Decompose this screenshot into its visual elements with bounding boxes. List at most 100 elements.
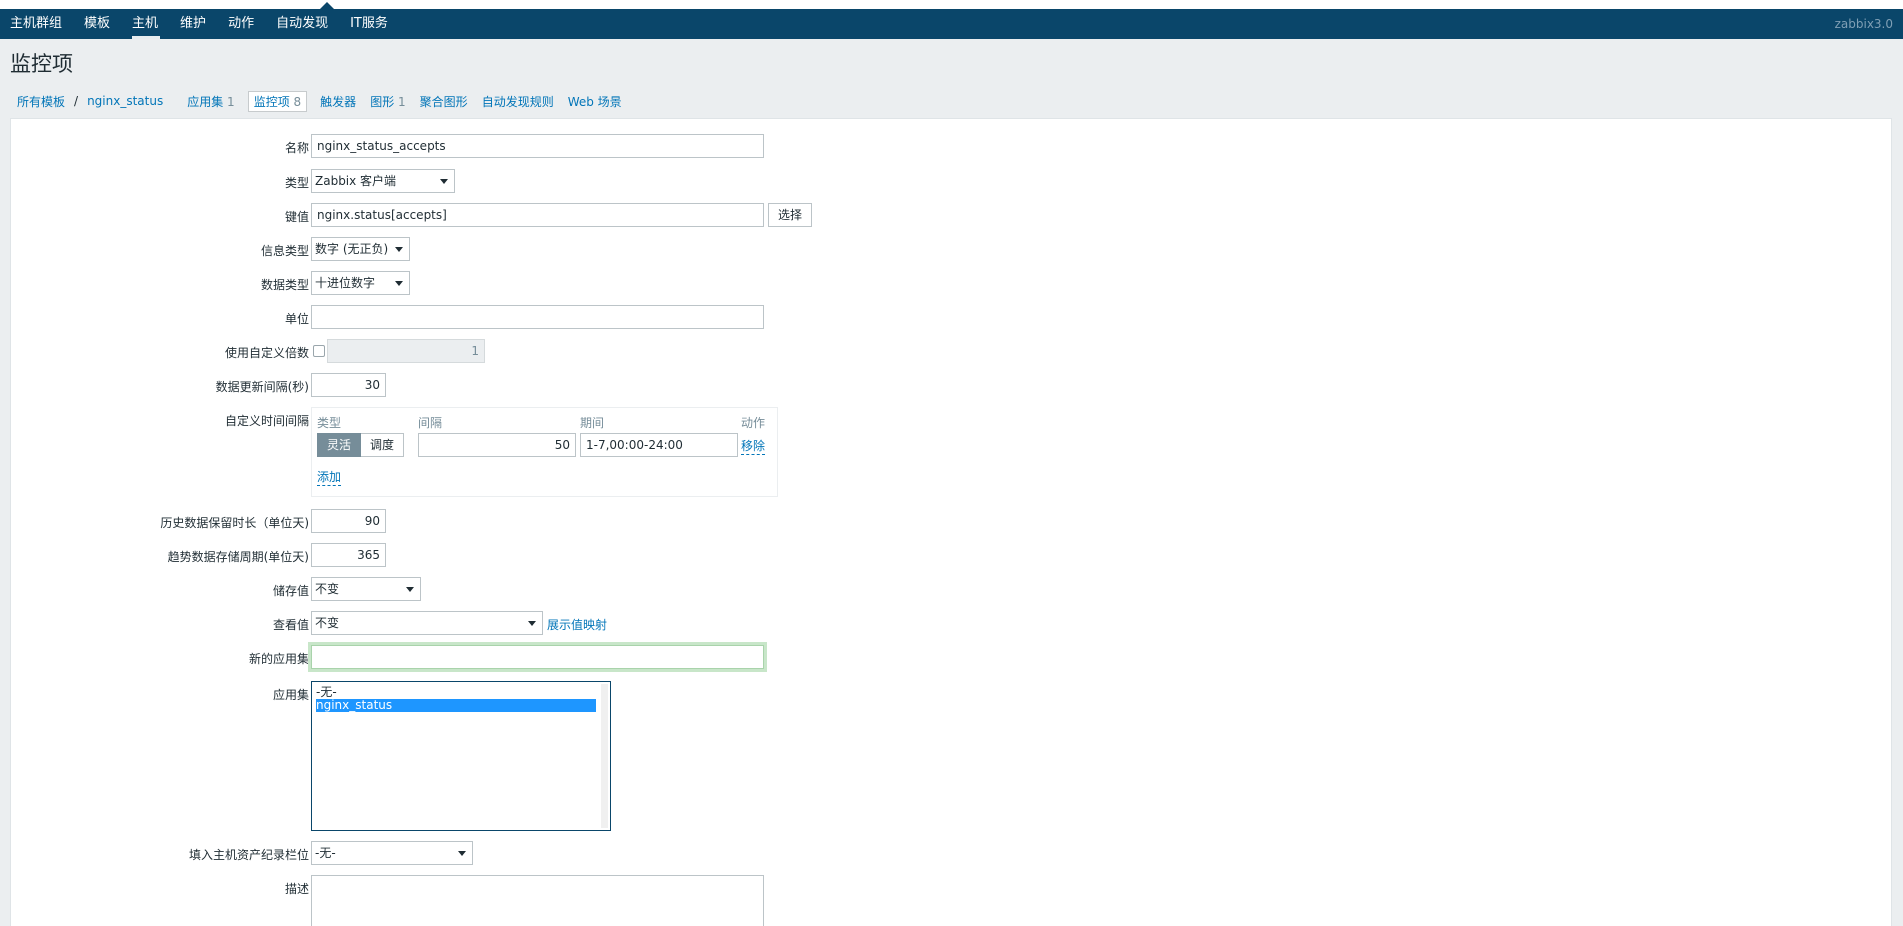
- units-label: 单位: [284, 312, 309, 326]
- type-label: 类型: [284, 176, 309, 190]
- type-select[interactable]: Zabbix 客户端: [311, 169, 455, 193]
- row-history: 历史数据保留时长（单位天) 90: [11, 509, 1891, 535]
- flex-interval-input[interactable]: 50: [418, 433, 576, 457]
- nav-host-groups[interactable]: 主机群组: [0, 9, 74, 39]
- chevron-down-icon: [395, 281, 403, 286]
- nav-hosts[interactable]: 主机: [122, 9, 170, 39]
- applications-option-selected[interactable]: nginx_status: [316, 699, 596, 712]
- store-value-select-value: 不变: [315, 582, 340, 596]
- chevron-down-icon: [440, 179, 448, 184]
- chevron-down-icon: [528, 621, 536, 626]
- active-menu-caret: [320, 2, 334, 9]
- nav-it-services[interactable]: IT服务: [340, 9, 400, 39]
- listbox-scrollbar[interactable]: [601, 684, 608, 828]
- row-multiplier: 使用自定义倍数 1: [11, 339, 1891, 365]
- inventory-label: 填入主机资产纪录栏位: [188, 848, 309, 862]
- description-textarea[interactable]: [311, 875, 764, 926]
- tab-screens[interactable]: 聚合图形: [413, 93, 475, 110]
- row-new-application: 新的应用集: [11, 645, 1891, 671]
- tab-items-count: 8: [293, 94, 302, 109]
- new-application-input[interactable]: [311, 645, 764, 669]
- tab-items[interactable]: 监控项 8: [247, 90, 308, 112]
- row-units: 单位: [11, 305, 1891, 331]
- value-type-label: 信息类型: [260, 244, 309, 258]
- flex-add-link[interactable]: 添加: [317, 468, 342, 486]
- flex-intervals-label: 自定义时间间隔: [224, 414, 309, 428]
- flex-header-type: 类型: [317, 416, 342, 430]
- row-show-value: 查看值 不变 展示值映射: [11, 611, 1891, 637]
- tab-triggers[interactable]: 触发器: [313, 93, 363, 110]
- nav-discovery[interactable]: 自动发现: [266, 9, 340, 39]
- nav-templates[interactable]: 模板: [74, 9, 122, 39]
- inventory-select[interactable]: -无-: [311, 841, 473, 865]
- row-type: 类型 Zabbix 客户端: [11, 169, 1891, 195]
- row-store-value: 储存值 不变: [11, 577, 1891, 603]
- tab-applications-label: 应用集: [187, 94, 224, 109]
- key-select-button[interactable]: 选择: [768, 203, 813, 227]
- applications-listbox[interactable]: -无- nginx_status: [311, 681, 611, 831]
- row-data-type: 数据类型 十进位数字: [11, 271, 1891, 297]
- history-label: 历史数据保留时长（单位天): [160, 516, 309, 530]
- chevron-down-icon: [406, 587, 414, 592]
- row-key: 键值 nginx.status[accepts] 选择: [11, 203, 1891, 229]
- data-type-select[interactable]: 十进位数字: [311, 271, 410, 295]
- brand-label: zabbix3.0: [1834, 17, 1893, 31]
- multiplier-label: 使用自定义倍数: [224, 346, 309, 360]
- row-inventory: 填入主机资产纪录栏位 -无-: [11, 841, 1891, 867]
- flex-type-toggle: 灵活 调度: [317, 433, 405, 457]
- flex-header-interval: 间隔: [418, 416, 443, 430]
- tab-discovery-rules[interactable]: 自动发现规则: [475, 93, 561, 110]
- flex-header-action: 动作: [741, 416, 766, 430]
- row-delay: 数据更新间隔(秒) 30: [11, 373, 1891, 399]
- tab-web-scenarios[interactable]: Web 场景: [561, 93, 629, 110]
- key-input[interactable]: nginx.status[accepts]: [311, 203, 764, 227]
- history-input[interactable]: 90: [311, 509, 386, 533]
- data-type-select-value: 十进位数字: [315, 276, 376, 290]
- top-navigation: 主机群组 模板 主机 维护 动作 自动发现 IT服务 zabbix3.0: [0, 0, 1903, 39]
- row-name: 名称 nginx_status_accepts: [11, 134, 1891, 160]
- row-description: 描述: [11, 875, 1891, 926]
- multiplier-checkbox[interactable]: [313, 345, 325, 357]
- delay-input[interactable]: 30: [311, 373, 386, 397]
- value-type-select[interactable]: 数字 (无正负): [311, 237, 410, 261]
- tab-applications-count: 1: [227, 94, 235, 109]
- trends-label: 趋势数据存储周期(单位天): [167, 550, 309, 564]
- tab-graphs[interactable]: 图形 1: [363, 93, 412, 110]
- trends-input[interactable]: 365: [311, 543, 386, 567]
- chevron-down-icon: [395, 247, 403, 252]
- flex-type-scheduling[interactable]: 调度: [361, 433, 405, 457]
- tab-applications[interactable]: 应用集 1: [180, 93, 241, 110]
- multiplier-input[interactable]: 1: [327, 339, 485, 363]
- row-flex-intervals: 自定义时间间隔 类型 间隔 期间 动作 灵活 调度 50 1-7,00:00-2…: [11, 407, 1891, 497]
- new-application-label: 新的应用集: [248, 652, 309, 666]
- nav-actions[interactable]: 动作: [218, 9, 266, 39]
- breadcrumb: 所有模板 / nginx_status 应用集 1 监控项 8 触发器 图形 1…: [10, 90, 629, 112]
- row-trends: 趋势数据存储周期(单位天) 365: [11, 543, 1891, 569]
- units-input[interactable]: [311, 305, 764, 329]
- data-type-label: 数据类型: [260, 278, 309, 292]
- delay-label: 数据更新间隔(秒): [215, 380, 309, 394]
- name-label: 名称: [284, 141, 309, 155]
- tab-graphs-count: 1: [398, 94, 406, 109]
- store-value-select[interactable]: 不变: [311, 577, 421, 601]
- flex-remove-link[interactable]: 移除: [741, 437, 766, 455]
- flex-type-flexible[interactable]: 灵活: [317, 433, 362, 457]
- tab-items-label: 监控项: [253, 94, 290, 109]
- main-menu: 主机群组 模板 主机 维护 动作 自动发现 IT服务: [0, 9, 400, 39]
- flex-period-input[interactable]: 1-7,00:00-24:00: [580, 433, 738, 457]
- flex-intervals-table: 类型 间隔 期间 动作 灵活 调度 50 1-7,00:00-24:00 移除 …: [311, 407, 778, 497]
- value-type-select-value: 数字 (无正负): [315, 242, 389, 256]
- nav-maintenance[interactable]: 维护: [170, 9, 218, 39]
- show-value-select[interactable]: 不变: [311, 611, 543, 635]
- store-value-label: 储存值: [272, 584, 309, 598]
- tab-graphs-label: 图形: [370, 94, 395, 109]
- type-select-value: Zabbix 客户端: [315, 174, 397, 188]
- show-value-mappings-link[interactable]: 展示值映射: [547, 616, 607, 633]
- chevron-down-icon: [458, 851, 466, 856]
- crumb-template[interactable]: nginx_status: [80, 94, 170, 108]
- name-input[interactable]: nginx_status_accepts: [311, 134, 764, 158]
- applications-label: 应用集: [272, 688, 309, 702]
- crumb-all-templates[interactable]: 所有模板: [10, 93, 72, 110]
- show-value-label: 查看值: [272, 618, 309, 632]
- show-value-select-value: 不变: [315, 616, 340, 630]
